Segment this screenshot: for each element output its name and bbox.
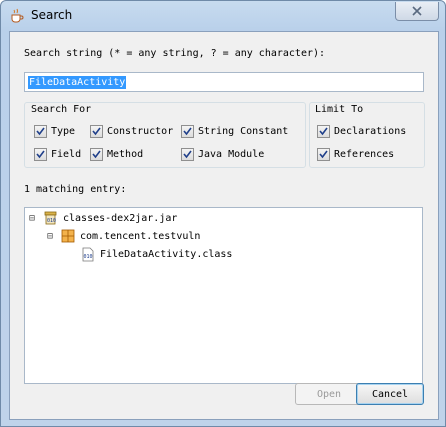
collapse-icon[interactable]: ⊟ xyxy=(29,213,41,224)
checkmark-icon xyxy=(319,150,328,159)
checkbox-label: Type xyxy=(51,126,76,137)
search-dialog: Search Search string (* = any string, ? … xyxy=(0,0,446,427)
checkmark-icon xyxy=(92,127,101,136)
tree-item-class-file[interactable]: 010 FileDataActivity.class xyxy=(81,247,232,262)
checkbox-label: References xyxy=(334,149,395,160)
checkbox-type[interactable]: Type xyxy=(34,125,75,138)
cup-icon xyxy=(9,8,25,24)
checkbox-field[interactable]: Field xyxy=(34,148,81,161)
checkbox-box xyxy=(90,125,103,138)
title-bar[interactable]: Search xyxy=(1,1,445,31)
checkbox-method[interactable]: Method xyxy=(90,148,143,161)
checkbox-box xyxy=(34,125,47,138)
checkbox-box xyxy=(317,125,330,138)
checkbox-string-constant[interactable]: String Constant xyxy=(181,125,288,138)
search-for-title: Search For xyxy=(31,104,92,115)
checkbox-java-module[interactable]: Java Module xyxy=(181,148,264,161)
tree-item-jar[interactable]: ⊟ 010 classes-dex2jar.jar xyxy=(29,211,177,225)
checkbox-label: Field xyxy=(51,149,82,160)
results-count-label: 1 matching entry: xyxy=(24,184,127,195)
checkbox-label: Declarations xyxy=(334,126,407,137)
tree-item-label: com.tencent.testvuln xyxy=(80,230,201,242)
checkbox-box xyxy=(181,125,194,138)
svg-text:010: 010 xyxy=(47,218,56,224)
close-button[interactable] xyxy=(395,2,439,21)
package-icon xyxy=(61,229,75,243)
checkbox-box xyxy=(90,148,103,161)
results-tree[interactable]: ⊟ 010 classes-dex2jar.jar ⊟ com.tencent.… xyxy=(24,207,423,384)
limit-to-title: Limit To xyxy=(315,104,364,115)
checkbox-label: Method xyxy=(107,149,144,160)
cancel-button[interactable]: Cancel xyxy=(356,383,424,405)
checkbox-box xyxy=(34,148,47,161)
checkmark-icon xyxy=(36,127,45,136)
checkbox-label: Java Module xyxy=(198,149,265,160)
tree-item-label: FileDataActivity.class xyxy=(100,249,233,260)
jar-icon: 010 xyxy=(44,211,57,225)
window-title: Search xyxy=(31,8,73,22)
svg-text:010: 010 xyxy=(84,254,93,260)
search-input[interactable]: FileDataActivity xyxy=(24,72,424,92)
close-icon xyxy=(412,6,422,16)
checkbox-label: String Constant xyxy=(198,126,289,137)
checkbox-label: Constructor xyxy=(107,126,174,137)
checkbox-declarations[interactable]: Declarations xyxy=(317,125,406,138)
checkmark-icon xyxy=(36,150,45,159)
tree-item-label: classes-dex2jar.jar xyxy=(63,212,178,224)
tree-item-package[interactable]: ⊟ com.tencent.testvuln xyxy=(47,229,200,243)
checkbox-box xyxy=(317,148,330,161)
checkmark-icon xyxy=(319,127,328,136)
checkmark-icon xyxy=(183,127,192,136)
class-file-icon: 010 xyxy=(82,247,94,262)
search-string-label: Search string (* = any string, ? = any c… xyxy=(24,48,326,59)
checkbox-references[interactable]: References xyxy=(317,148,394,161)
checkbox-box xyxy=(181,148,194,161)
dialog-client-area: Search string (* = any string, ? = any c… xyxy=(9,31,439,420)
collapse-icon[interactable]: ⊟ xyxy=(47,231,59,242)
open-button[interactable]: Open xyxy=(295,383,363,405)
checkbox-constructor[interactable]: Constructor xyxy=(90,125,173,138)
checkmark-icon xyxy=(183,150,192,159)
checkmark-icon xyxy=(92,150,101,159)
search-input-value: FileDataActivity xyxy=(28,76,127,89)
